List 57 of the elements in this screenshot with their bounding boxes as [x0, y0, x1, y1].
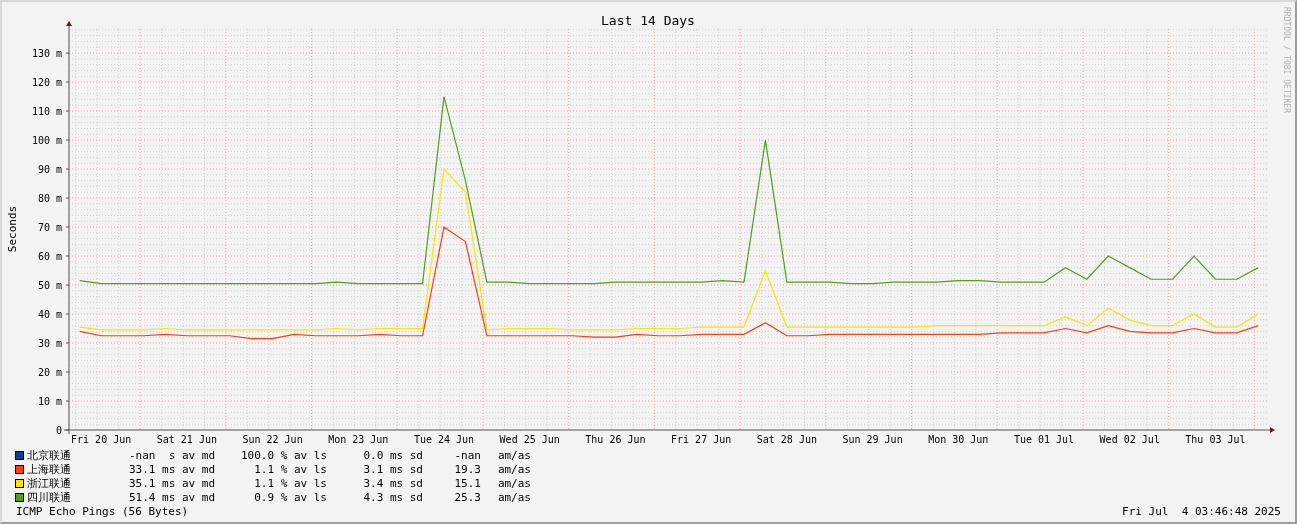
tick-label: 100 m: [31, 135, 62, 147]
tick-label: Mon 30 Jun: [928, 434, 989, 445]
median-value: 33.1 ms av md: [127, 463, 215, 476]
tick-label: 40 m: [37, 309, 62, 320]
tick-label: 110 m: [31, 106, 62, 118]
axis-label: Seconds: [6, 205, 19, 253]
caption: ICMP Echo Pings (56 Bytes): [16, 504, 189, 518]
loss-value: 0.9 % av ls: [253, 491, 327, 504]
unit-label: am/as: [496, 463, 531, 476]
tick-label: 10 m: [37, 396, 62, 407]
loss-value: 1.1 % av ls: [253, 477, 327, 490]
tick-label: Thu 03 Jul: [1185, 434, 1246, 445]
am-as-value: -nan: [453, 449, 481, 462]
tick-label: Sat 28 Jun: [756, 434, 817, 445]
tick-label: Wed 02 Jul: [1099, 434, 1160, 445]
sd-value: 4.3 ms sd: [362, 491, 423, 504]
tick-label: Sun 29 Jun: [842, 434, 903, 445]
am-as-value: 25.3: [453, 491, 481, 504]
legend-name: 上海联通: [27, 462, 72, 477]
legend-name: 北京联通: [27, 448, 72, 463]
unit-label: am/as: [496, 477, 531, 490]
tick-label: Sat 21 Jun: [156, 434, 217, 445]
tick-label: Fri 27 Jun: [671, 434, 732, 445]
tick-label: Sun 22 Jun: [242, 434, 303, 445]
legend-name: 四川联通: [27, 490, 72, 505]
tick-label: Mon 23 Jun: [328, 434, 389, 445]
loss-value: 1.1 % av ls: [253, 463, 327, 476]
timestamp: Fri Jul 4 03:46:48 2025: [1122, 504, 1281, 518]
median-value: -nan s av md: [127, 449, 215, 462]
am-as-value: 19.3: [453, 463, 481, 476]
unit-label: am/as: [496, 449, 531, 462]
sd-value: 0.0 ms sd: [362, 449, 423, 462]
tick-label: 90 m: [37, 164, 62, 176]
tick-label: 30 m: [37, 338, 62, 349]
credit-text: RRDTOOL / TOBI OETIKER: [1282, 7, 1291, 113]
tick-label: 20 m: [37, 367, 62, 378]
tick-label: 80 m: [37, 193, 62, 205]
am-as-value: 15.1: [453, 477, 481, 490]
tick-label: 130 m: [31, 48, 62, 60]
tick-label: 70 m: [37, 222, 62, 234]
median-value: 35.1 ms av md: [127, 477, 215, 490]
tick-label: Fri 20 Jun: [71, 434, 132, 445]
sd-value: 3.1 ms sd: [362, 463, 423, 476]
tick-label: 0: [55, 425, 62, 436]
tick-label: 50 m: [37, 280, 62, 292]
unit-label: am/as: [496, 491, 531, 504]
legend-name: 浙江联通: [27, 476, 72, 491]
tick-label: Tue 01 Jul: [1013, 434, 1075, 445]
tick-label: 60 m: [37, 251, 62, 263]
tick-label: 120 m: [31, 77, 62, 89]
loss-value: 100.0 % av ls: [239, 449, 327, 462]
chart-title: Last 14 Days: [601, 13, 695, 28]
tick-label: Thu 26 Jun: [585, 434, 646, 445]
tick-label: Tue 24 Jun: [413, 434, 475, 445]
median-value: 51.4 ms av md: [127, 491, 215, 504]
tick-label: Wed 25 Jun: [499, 434, 560, 445]
sd-value: 3.4 ms sd: [362, 477, 423, 490]
